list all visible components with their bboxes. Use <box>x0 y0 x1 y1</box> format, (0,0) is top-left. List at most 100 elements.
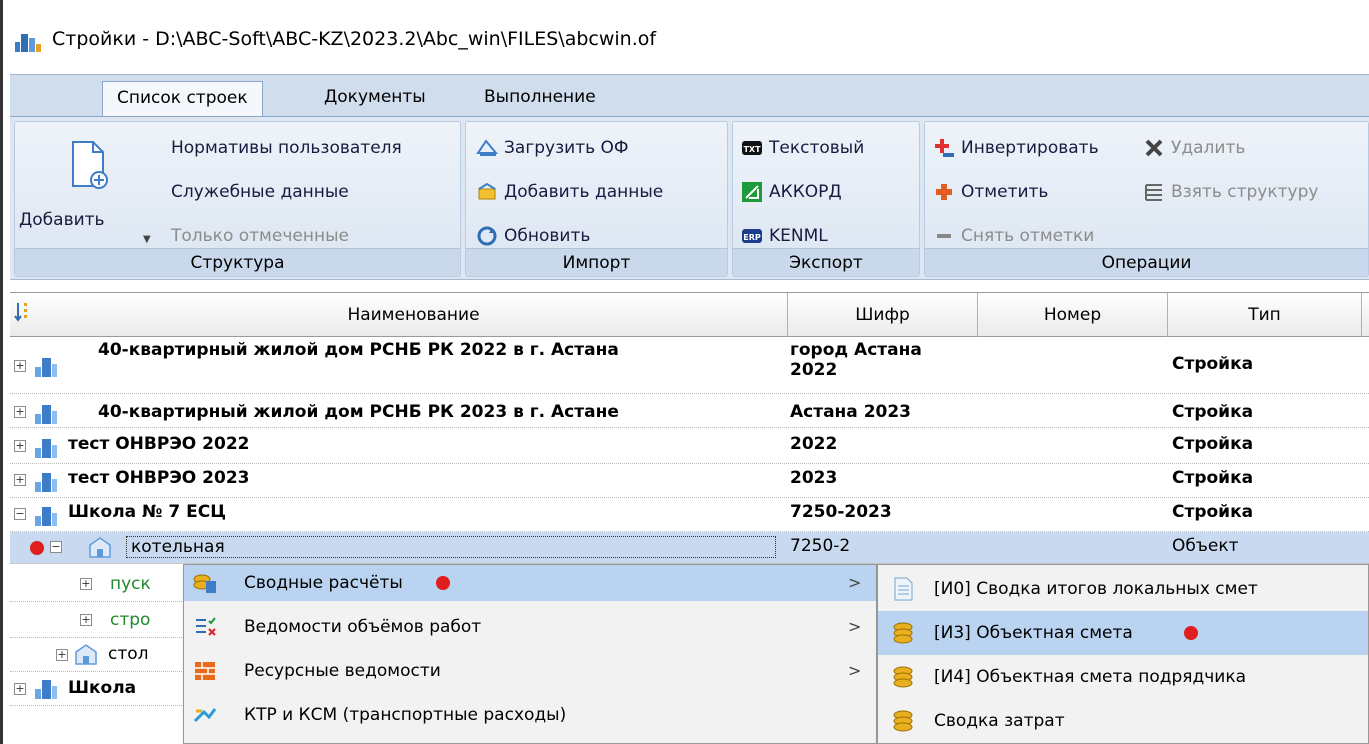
export-akkord-button[interactable]: АККОРД <box>741 178 842 206</box>
refresh-label: Обновить <box>504 226 591 246</box>
row-code: Астана 2023 <box>790 402 912 422</box>
txt-icon: TXT <box>742 141 762 155</box>
table-row[interactable]: + тест ОНВРЭО 2022 2022 Стройка <box>10 430 1369 464</box>
group-label-structure: Структура <box>15 248 460 276</box>
svg-text:TXT: TXT <box>743 145 761 154</box>
table-row[interactable]: + Школа <box>10 672 186 706</box>
group-label-import: Импорт <box>466 248 727 276</box>
submenu-item-cost-summary[interactable]: Сводка затрат <box>878 699 1368 743</box>
minus-icon <box>937 234 951 238</box>
add-data-icon <box>478 182 496 200</box>
ribbon-tab-strip: Список строек Документы Выполнение <box>10 74 1369 117</box>
table-row[interactable]: − Школа № 7 ЕСЦ 7250-2023 Стройка <box>10 498 1369 532</box>
grid-header: Наименование Шифр Номер Тип <box>10 292 1369 337</box>
submenu-item-label: [И3] Объектная смета <box>934 623 1133 643</box>
export-kenml-button[interactable]: ERP KENML <box>741 222 828 250</box>
column-header-type[interactable]: Тип <box>1168 293 1362 337</box>
add-document-icon <box>72 141 108 189</box>
title-bar: Стройки - D:\ABC-Soft\ABC-KZ\2023.2\Abc_… <box>0 0 1369 74</box>
expand-icon[interactable]: + <box>14 406 26 418</box>
row-name: Школа <box>68 678 137 698</box>
menu-item-resource-sheets[interactable]: Ресурсные ведомости > <box>184 653 876 689</box>
building-icon <box>35 439 57 458</box>
add-button[interactable]: Добавить ▼ <box>19 132 151 245</box>
take-structure-label: Взять структуру <box>1171 182 1319 202</box>
row-name: Школа № 7 ЕСЦ <box>68 502 227 522</box>
expand-icon[interactable]: + <box>80 614 92 626</box>
invert-label: Инвертировать <box>961 138 1099 158</box>
row-type: Стройка <box>1172 468 1254 488</box>
invert-icon <box>935 139 954 157</box>
add-data-label: Добавить данные <box>504 182 664 202</box>
expand-icon[interactable]: + <box>56 649 68 661</box>
invert-button[interactable]: Инвертировать <box>933 134 1099 162</box>
unmark-button[interactable]: Снять отметки <box>933 222 1094 250</box>
mark-button[interactable]: Отметить <box>933 178 1048 206</box>
mark-label: Отметить <box>961 182 1049 202</box>
tab-documents[interactable]: Документы <box>310 81 440 117</box>
row-name: стро <box>110 610 151 630</box>
expand-icon[interactable]: + <box>14 360 26 372</box>
ribbon-group-operations: Инвертировать Удалить Отметить Взять стр… <box>924 121 1369 277</box>
summary-calcs-submenu: [И0] Сводка итогов локальных смет [И3] О… <box>877 564 1369 744</box>
table-row[interactable]: + стол <box>10 638 186 672</box>
column-header-number[interactable]: Номер <box>978 293 1168 337</box>
refresh-button[interactable]: Обновить <box>476 222 590 250</box>
expand-icon[interactable]: + <box>14 474 26 486</box>
load-truck-icon <box>476 139 498 156</box>
table-row[interactable]: + тест ОНВРЭО 2023 2023 Стройка <box>10 464 1369 498</box>
buildings-app-icon <box>15 34 41 52</box>
expand-icon[interactable]: + <box>14 683 26 695</box>
menu-item-work-volumes[interactable]: Ведомости объёмов работ > <box>184 609 876 645</box>
add-button-label: Добавить <box>19 210 105 230</box>
delete-x-icon <box>1145 139 1163 157</box>
submenu-item-label: [И4] Объектная смета подрядчика <box>934 667 1247 687</box>
sort-icon[interactable] <box>14 301 34 323</box>
group-label-operations: Операции <box>925 248 1368 276</box>
table-row[interactable]: + 40-квартирный жилой дом РСНБ РК 2022 в… <box>10 338 1369 394</box>
bricks-icon <box>195 662 215 680</box>
menu-item-summary-calcs[interactable]: Сводные расчёты > <box>184 565 876 601</box>
expand-icon[interactable]: + <box>14 440 26 452</box>
service-data-button[interactable]: Служебные данные <box>171 178 349 206</box>
building-icon <box>35 405 57 424</box>
collapse-icon[interactable]: − <box>50 541 62 553</box>
row-code: город Астана 2022 <box>790 340 922 380</box>
load-of-button[interactable]: Загрузить ОФ <box>476 134 629 162</box>
row-code: 2023 <box>790 468 838 488</box>
delete-button[interactable]: Удалить <box>1143 134 1245 162</box>
column-header-name[interactable]: Наименование <box>40 293 788 337</box>
coins-document-icon <box>193 574 216 593</box>
table-row[interactable]: + стро <box>10 602 186 638</box>
submenu-item-contractor-object-estimate[interactable]: [И4] Объектная смета подрядчика <box>878 655 1368 699</box>
marker-dot-icon <box>1184 626 1198 640</box>
coins-icon <box>893 710 913 732</box>
erp-icon: ERP <box>742 229 762 243</box>
row-name: котельная <box>126 536 776 558</box>
mark-plus-icon <box>936 184 952 200</box>
only-marked-button[interactable]: Только отмеченные <box>171 222 349 250</box>
row-name: 40-квартирный жилой дом РСНБ РК 2022 в г… <box>98 340 619 360</box>
add-dropdown-arrow[interactable]: ▼ <box>143 234 151 245</box>
collapse-icon[interactable]: − <box>14 508 26 520</box>
tab-construction-list[interactable]: Список строек <box>102 81 263 117</box>
table-row[interactable]: + 40-квартирный жилой дом РСНБ РК 2023 в… <box>10 396 1369 428</box>
submenu-item-object-estimate[interactable]: [И3] Объектная смета <box>878 611 1368 655</box>
building-icon <box>35 680 57 699</box>
svg-text:ERP: ERP <box>743 233 761 242</box>
add-data-button[interactable]: Добавить данные <box>476 178 663 206</box>
object-building-icon <box>89 537 111 558</box>
table-row-selected[interactable]: − котельная 7250-2 Объект <box>10 532 1369 564</box>
take-structure-button[interactable]: Взять структуру <box>1143 178 1318 206</box>
export-text-button[interactable]: TXT Текстовый <box>741 134 864 162</box>
submenu-item-local-estimates-summary[interactable]: [И0] Сводка итогов локальных смет <box>878 567 1368 611</box>
menu-item-label: КТР и КСМ (транспортные расходы) <box>244 705 567 725</box>
expand-icon[interactable]: + <box>80 578 92 590</box>
table-row[interactable]: + пуск <box>10 566 186 602</box>
tab-execution[interactable]: Выполнение <box>470 81 610 117</box>
user-norms-button[interactable]: Нормативы пользователя <box>171 134 402 162</box>
submenu-item-label: Сводка затрат <box>934 711 1065 731</box>
submenu-arrow-icon: > <box>848 573 862 592</box>
menu-item-transport-costs[interactable]: КТР и КСМ (транспортные расходы) <box>184 697 876 733</box>
column-header-code[interactable]: Шифр <box>788 293 978 337</box>
